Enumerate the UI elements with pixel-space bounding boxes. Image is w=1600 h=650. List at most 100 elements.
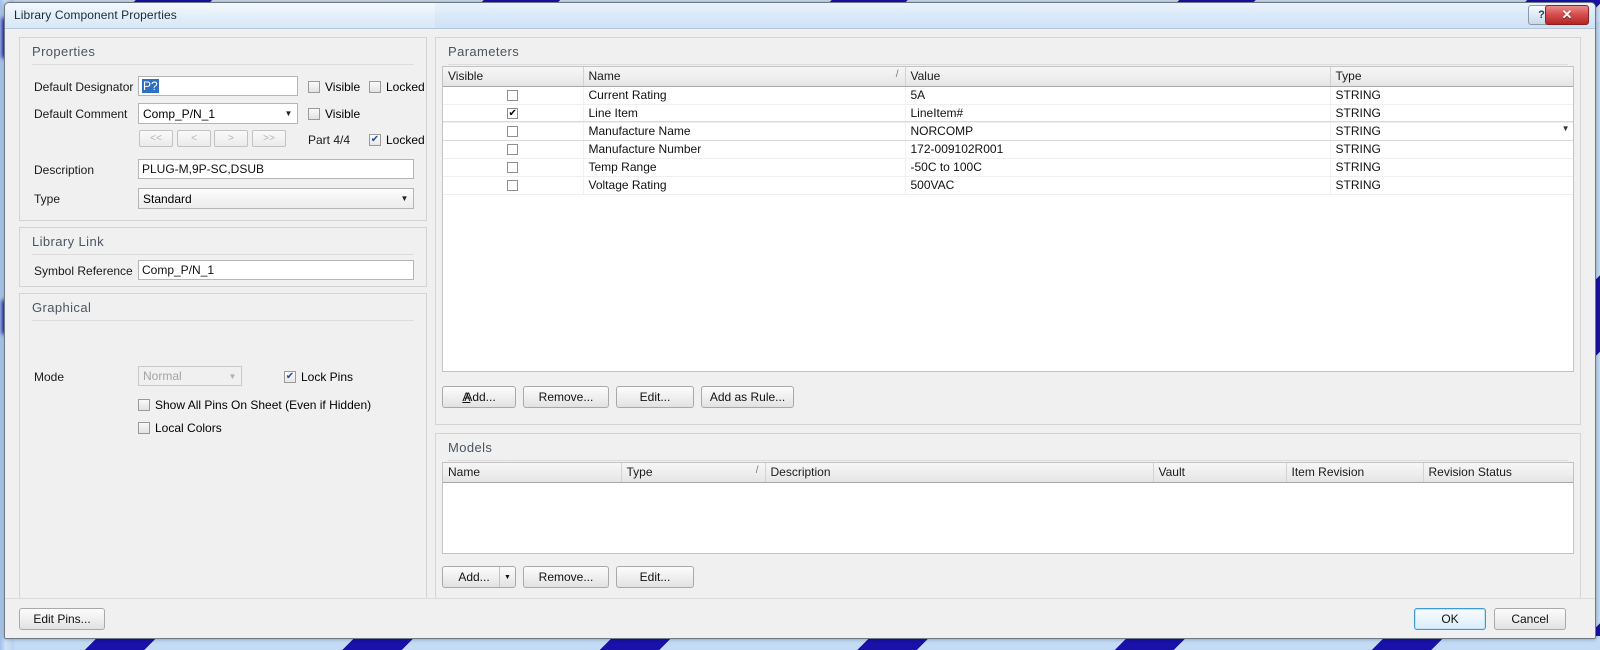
row-dropdown-icon[interactable]: ▼ <box>1562 124 1570 133</box>
part-last-button[interactable]: >> <box>252 130 286 147</box>
models-col-item-revision[interactable]: Item Revision <box>1286 463 1423 482</box>
row-type-label: STRING <box>1336 124 1381 138</box>
properties-group: Properties Default Designator P? Visible… <box>19 37 427 221</box>
type-combobox[interactable]: Standard ▼ <box>138 188 414 209</box>
row-type[interactable]: STRING <box>1330 140 1574 158</box>
row-value[interactable]: 172-009102R001 <box>905 140 1330 158</box>
default-designator-input[interactable]: P? <box>138 76 298 96</box>
part-counter-text: Part 4/4 <box>308 133 350 147</box>
row-name[interactable]: Line Item <box>583 104 905 122</box>
parameters-table[interactable]: Visible Name / Value Type Current <box>442 66 1574 372</box>
table-row[interactable]: ✔ Line Item LineItem# STRING <box>443 104 1574 122</box>
models-remove-button[interactable]: Remove... <box>523 566 609 588</box>
parameters-edit-button[interactable]: Edit... <box>616 386 694 408</box>
table-row[interactable]: Voltage Rating 500VAC STRING <box>443 176 1574 194</box>
part-locked-checkbox[interactable]: ✔ Locked <box>369 133 425 147</box>
type-label: Type <box>34 192 60 206</box>
parameters-add-button[interactable]: AAdd... <box>442 386 516 408</box>
window-titlebar[interactable]: Library Component Properties ? ✕ <box>5 3 1595 29</box>
default-comment-value: Comp_P/N_1 <box>139 107 280 121</box>
designator-locked-checkbox[interactable]: Locked <box>369 80 425 94</box>
models-col-type[interactable]: Type / <box>621 463 765 482</box>
row-type[interactable]: STRING <box>1330 104 1574 122</box>
parameters-add-as-rule-label: Add as Rule... <box>710 390 785 404</box>
symbol-reference-input[interactable]: Comp_P/N_1 <box>138 260 414 280</box>
models-group: Models Name Type / <box>435 433 1581 605</box>
show-all-pins-label: Show All Pins On Sheet (Even if Hidden) <box>155 398 371 412</box>
row-type[interactable]: STRING <box>1330 86 1574 104</box>
chevron-down-icon[interactable]: ▼ <box>396 189 413 208</box>
mode-value: Normal <box>139 369 224 383</box>
table-row[interactable]: Manufacture Name NORCOMP STRING ▼ <box>443 122 1574 140</box>
table-row[interactable]: Current Rating 5A STRING <box>443 86 1574 104</box>
parameters-col-name[interactable]: Name / <box>583 67 905 86</box>
checkbox-box <box>369 81 381 93</box>
chevron-down-icon[interactable]: ▼ <box>224 367 241 385</box>
row-value[interactable]: 500VAC <box>905 176 1330 194</box>
part-prev-button[interactable]: < <box>177 130 211 147</box>
edit-pins-button[interactable]: Edit Pins... <box>19 608 105 630</box>
row-type[interactable]: STRING <box>1330 176 1574 194</box>
row-value[interactable]: LineItem# <box>905 104 1330 122</box>
models-col-description[interactable]: Description <box>765 463 1153 482</box>
ok-button[interactable]: OK <box>1414 608 1486 630</box>
checkbox-box <box>507 144 518 155</box>
chevron-down-icon[interactable]: ▼ <box>499 567 515 587</box>
table-row[interactable]: Manufacture Number 172-009102R001 STRING <box>443 140 1574 158</box>
parameters-col-name-label: Name <box>589 69 621 83</box>
part-next-button[interactable]: > <box>214 130 248 147</box>
models-edit-label: Edit... <box>640 570 671 584</box>
models-table[interactable]: Name Type / Description Vault Item Revis… <box>442 462 1574 554</box>
parameters-col-visible[interactable]: Visible <box>443 67 583 86</box>
row-visible-checkbox[interactable] <box>443 140 583 158</box>
models-col-vault[interactable]: Vault <box>1153 463 1286 482</box>
library-component-properties-dialog: Library Component Properties ? ✕ Propert… <box>4 2 1596 639</box>
comment-visible-checkbox[interactable]: Visible <box>308 107 360 121</box>
designator-visible-label: Visible <box>325 80 360 94</box>
row-name[interactable]: Temp Range <box>583 158 905 176</box>
cancel-label: Cancel <box>1511 612 1548 626</box>
comment-visible-label: Visible <box>325 107 360 121</box>
chevron-down-icon[interactable]: ▼ <box>280 104 297 123</box>
row-visible-checkbox[interactable] <box>443 176 583 194</box>
part-first-button[interactable]: << <box>139 130 173 147</box>
row-type[interactable]: STRING ▼ <box>1330 122 1574 140</box>
designator-visible-checkbox[interactable]: Visible <box>308 80 360 94</box>
row-visible-checkbox[interactable] <box>443 122 583 140</box>
models-edit-button[interactable]: Edit... <box>616 566 694 588</box>
local-colors-checkbox[interactable]: Local Colors <box>138 421 222 435</box>
row-value[interactable]: -50C to 100C <box>905 158 1330 176</box>
parameters-col-type[interactable]: Type <box>1330 67 1574 86</box>
parameters-group-title: Parameters <box>448 44 519 59</box>
close-icon[interactable]: ✕ <box>1545 5 1589 25</box>
parameters-edit-label: Edit... <box>640 390 671 404</box>
row-name[interactable]: Manufacture Name <box>583 122 905 140</box>
row-value[interactable]: 5A <box>905 86 1330 104</box>
cancel-button[interactable]: Cancel <box>1494 608 1566 630</box>
mode-label: Mode <box>34 370 64 384</box>
row-visible-checkbox[interactable] <box>443 158 583 176</box>
models-col-name[interactable]: Name <box>443 463 621 482</box>
models-col-revision-status[interactable]: Revision Status <box>1423 463 1574 482</box>
row-visible-checkbox[interactable]: ✔ <box>443 104 583 122</box>
graphical-group: Graphical Mode Normal ▼ ✔ Lock Pins Show… <box>19 293 427 605</box>
lock-pins-checkbox[interactable]: ✔ Lock Pins <box>284 370 353 384</box>
default-comment-combobox[interactable]: Comp_P/N_1 ▼ <box>138 103 298 124</box>
description-input[interactable]: PLUG-M,9P-SC,DSUB <box>138 159 414 179</box>
row-visible-checkbox[interactable] <box>443 86 583 104</box>
checkbox-box: ✔ <box>507 108 518 119</box>
models-add-button[interactable]: Add... ▼ <box>442 566 516 588</box>
row-type[interactable]: STRING <box>1330 158 1574 176</box>
row-name[interactable]: Current Rating <box>583 86 905 104</box>
row-name[interactable]: Voltage Rating <box>583 176 905 194</box>
local-colors-label: Local Colors <box>155 421 222 435</box>
parameters-remove-button[interactable]: Remove... <box>523 386 609 408</box>
row-name[interactable]: Manufacture Number <box>583 140 905 158</box>
parameters-add-as-rule-button[interactable]: Add as Rule... <box>701 386 794 408</box>
parameters-add-label: Add... <box>464 390 495 404</box>
row-value[interactable]: NORCOMP <box>905 122 1330 140</box>
mode-combobox[interactable]: Normal ▼ <box>138 366 242 386</box>
table-row[interactable]: Temp Range -50C to 100C STRING <box>443 158 1574 176</box>
parameters-col-value[interactable]: Value <box>905 67 1330 86</box>
show-all-pins-checkbox[interactable]: Show All Pins On Sheet (Even if Hidden) <box>138 398 371 412</box>
